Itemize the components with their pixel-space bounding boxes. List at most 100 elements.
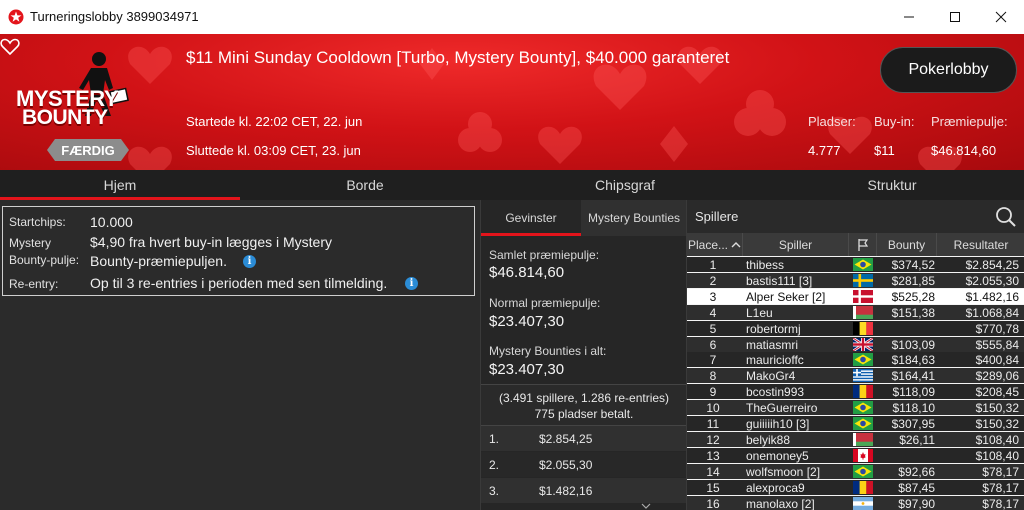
tab-home[interactable]: Hjem [0,170,240,200]
player-bounty: $97,90 [898,496,935,510]
title-bar: Turneringslobby 3899034971 [0,0,1024,34]
player-name: Alper Seker [2] [746,289,826,304]
payout-amount: $2.055,30 [539,458,593,472]
close-button[interactable] [978,0,1024,34]
player-name: mauricioffc [746,353,804,368]
country-flag-icon [853,432,873,446]
col-results[interactable]: Resultater [937,233,1024,256]
mystery-info-icon[interactable]: i [243,255,256,268]
end-time: Sluttede kl. 03:09 CET, 23. jun [186,143,361,158]
player-row[interactable]: 16 manolaxo [2] $97,90 $78,17 [687,495,1024,510]
tab-mystery-bounties[interactable]: Mystery Bounties [581,200,687,236]
entries-line2: 775 pladser betalt. [534,407,634,421]
player-row[interactable]: 3 Alper Seker [2] $525,28 $1.482,16 [687,288,1024,304]
player-bounty: $118,09 [892,385,936,400]
tab-winnings[interactable]: Gevinster [481,200,581,236]
player-place: 3 [709,289,717,304]
poker-lobby-button[interactable]: Pokerlobby [880,47,1017,93]
player-row[interactable]: 9 bcostin993 $118,09 $208,45 [687,384,1024,400]
player-row[interactable]: 1 thibess $374,52 $2.854,25 [687,257,1024,272]
reentry-label: Re-entry: [9,277,59,291]
player-bounty: $374,52 [891,258,935,272]
col-country[interactable] [849,233,877,256]
player-result: $2.854,25 [965,258,1019,272]
entries-summary: (3.491 spillere, 1.286 re-entries) 775 p… [481,384,687,426]
player-place: 8 [709,369,717,384]
country-flag-icon [853,417,873,430]
search-icon[interactable] [995,206,1017,228]
window-title: Turneringslobby 3899034971 [30,9,199,24]
player-result: $1.482,16 [965,289,1019,304]
country-flag-icon [853,464,873,478]
col-bounty[interactable]: Bounty [877,233,937,256]
player-bounty: $164,41 [891,369,935,384]
player-name: alexproca9 [746,480,805,495]
player-place: 13 [706,448,720,463]
mystery-total-label: Mystery Bounties i alt: [489,344,607,358]
player-place: 15 [706,480,720,495]
player-bounty: $184,63 [891,353,935,368]
player-row[interactable]: 14 wolfsmoon [2] $92,66 $78,17 [687,463,1024,479]
country-flag-icon [853,401,873,415]
col-place[interactable]: Place... [687,233,743,256]
tab-chip-graph[interactable]: Chipsgraf [490,170,760,200]
country-flag-icon [853,258,873,271]
player-bounty: $307,95 [891,417,935,431]
player-place: 6 [709,337,717,352]
startchips-label: Startchips: [9,215,66,229]
player-result: $108,40 [975,432,1019,447]
start-time: Startede kl. 22:02 CET, 22. jun [186,114,363,129]
scroll-down-icon[interactable] [641,503,651,509]
player-place: 1 [709,258,717,272]
mystery-value-line1: $4,90 fra hvert buy-in lægges i Mystery [90,234,332,250]
player-result: $400,84 [975,353,1019,368]
player-bounty: $281,85 [891,273,935,288]
player-row[interactable]: 10 TheGuerreiro $118,10 $150,32 [687,400,1024,416]
payout-place: 2. [489,458,500,472]
minimize-icon [904,16,914,18]
country-flag-icon [853,369,873,383]
reentry-value: Op til 3 re-entries i perioden med sen t… [90,275,388,291]
country-flag-icon [853,273,873,287]
buyin-label: Buy-in: [874,114,915,129]
reentry-info-icon[interactable]: i [405,277,418,290]
country-flag-icon [853,337,873,351]
normal-prize-label: Normal præmiepulje: [489,296,601,310]
maximize-icon [950,12,960,22]
player-bounty: $92,66 [898,464,935,479]
close-icon [995,11,1007,23]
player-bounty: $87,45 [898,480,935,495]
player-bounty: $118,10 [892,401,936,416]
payout-amount: $2.854,25 [539,432,593,446]
player-name: matiasmri [746,337,799,352]
total-prize-value: $46.814,60 [489,264,565,281]
player-row[interactable]: 11 guiiiiih10 [3] $307,95 $150,32 [687,416,1024,431]
main-tabs: Hjem Borde Chipsgraf Struktur [0,170,1024,200]
sort-asc-icon [731,241,741,247]
minimize-button[interactable] [886,0,932,34]
player-row[interactable]: 15 alexproca9 $87,45 $78,17 [687,479,1024,495]
player-row[interactable]: 13 onemoney5 $108,40 [687,447,1024,463]
seats-value: 4.777 [808,143,841,158]
country-flag-icon [853,353,873,367]
player-bounty: $26,11 [899,432,935,447]
player-row[interactable]: 7 mauricioffc $184,63 $400,84 [687,352,1024,368]
player-bounty: $525,28 [891,289,935,304]
total-prize-label: Samlet præmiepulje: [489,248,600,262]
player-name: robertormj [746,321,801,336]
player-result: $1.068,84 [965,305,1019,320]
tab-tables[interactable]: Borde [240,170,490,200]
player-row[interactable]: 5 robertormj $770,78 [687,320,1024,336]
mystery-total-value: $23.407,30 [489,361,565,378]
player-row[interactable]: 12 belyik88 $26,11 $108,40 [687,431,1024,447]
maximize-button[interactable] [932,0,978,34]
col-player[interactable]: Spiller [743,233,849,256]
tab-structure[interactable]: Struktur [760,170,1024,200]
prize-pool-label: Præmiepulje: [931,114,1008,129]
player-row[interactable]: 8 MakoGr4 $164,41 $289,06 [687,368,1024,384]
player-row[interactable]: 6 matiasmri $103,09 $555,84 [687,336,1024,352]
player-row[interactable]: 4 L1eu $151,38 $1.068,84 [687,304,1024,320]
player-row[interactable]: 2 bastis111 [3] $281,85 $2.055,30 [687,272,1024,288]
players-header: Spillere [687,200,1024,233]
payout-amount: $1.482,16 [539,484,593,498]
